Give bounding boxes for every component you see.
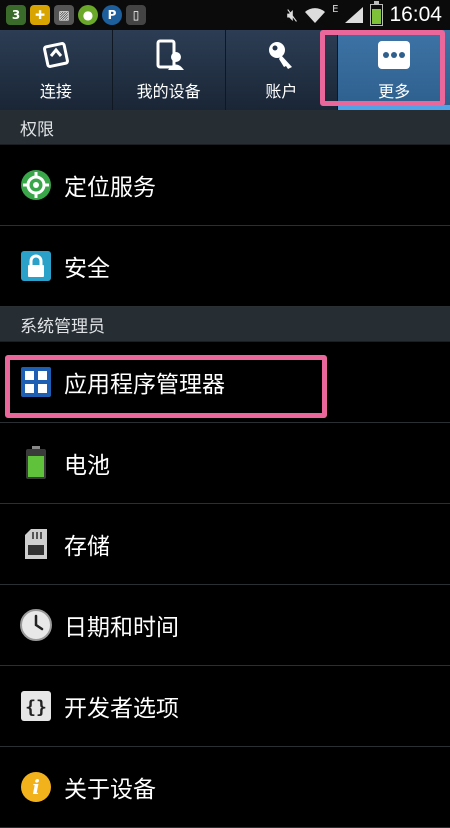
- app-manager-icon: [20, 366, 52, 398]
- braces-icon: {}: [20, 690, 52, 722]
- tab-my-device[interactable]: 我的设备: [113, 30, 226, 110]
- section-header-system-admin: 系统管理员: [0, 307, 450, 342]
- lock-icon: [20, 250, 52, 282]
- clock-time: 16:04: [389, 3, 442, 26]
- tab-label: 账户: [265, 82, 298, 101]
- list-item-app-manager[interactable]: 应用程序管理器: [0, 342, 450, 423]
- tab-connections[interactable]: 连接: [0, 30, 113, 110]
- info-icon: i: [20, 771, 52, 803]
- tab-more[interactable]: 更多: [338, 30, 450, 110]
- gallery-icon: ▨: [54, 5, 74, 25]
- tab-label: 我的设备: [136, 82, 201, 101]
- list-item-label: 电池: [64, 453, 110, 479]
- list-item-label: 应用程序管理器: [64, 372, 225, 398]
- list-item-label: 关于设备: [64, 777, 156, 803]
- list-item-location[interactable]: 定位服务: [0, 145, 450, 226]
- list-item-about-device[interactable]: i 关于设备: [0, 747, 450, 828]
- svg-text:{}: {}: [25, 697, 47, 718]
- screenshot-icon: ▯: [126, 5, 146, 25]
- list-item-label: 日期和时间: [64, 615, 179, 641]
- app-icon-2: ●: [78, 5, 98, 25]
- battery-icon: [20, 446, 52, 479]
- browser-icon: P: [102, 5, 122, 25]
- tab-label: 更多: [378, 82, 411, 101]
- list-item-label: 开发者选项: [64, 696, 179, 722]
- list-item-storage[interactable]: 存储: [0, 504, 450, 585]
- settings-list: 权限 定位服务 安全 系统管理员 应用程序管理器 电池 存储 日期和时间 {} …: [0, 110, 450, 828]
- list-item-label: 定位服务: [64, 175, 156, 201]
- app-icon: ✚: [30, 5, 50, 25]
- section-header-permissions: 权限: [0, 110, 450, 145]
- list-item-date-time[interactable]: 日期和时间: [0, 585, 450, 666]
- list-item-developer-options[interactable]: {} 开发者选项: [0, 666, 450, 747]
- status-bar: 3 ✚ ▨ ● P ▯ 🔇︎ E 16:04: [0, 0, 450, 30]
- list-item-battery[interactable]: 电池: [0, 423, 450, 504]
- key-icon: [266, 38, 296, 72]
- network-badge: E: [332, 3, 339, 15]
- tab-label: 连接: [39, 82, 72, 101]
- tab-accounts[interactable]: 账户: [226, 30, 339, 110]
- location-icon: [20, 169, 52, 201]
- connections-icon: [41, 38, 71, 72]
- clock-icon: [20, 609, 52, 641]
- wifi-icon: [305, 8, 326, 23]
- signal-icon: [345, 7, 364, 23]
- svg-text:i: i: [32, 775, 40, 799]
- list-item-security[interactable]: 安全: [0, 226, 450, 307]
- battery-icon: [370, 1, 384, 26]
- notification-3-icon: 3: [6, 5, 26, 25]
- more-icon: [377, 38, 411, 72]
- list-item-label: 安全: [64, 256, 110, 282]
- settings-tab-bar: 连接 我的设备 账户 更多: [0, 30, 450, 110]
- device-icon: [154, 38, 184, 72]
- mute-icon: 🔇︎: [286, 4, 299, 26]
- list-item-label: 存储: [64, 534, 110, 560]
- sd-card-icon: [20, 528, 52, 560]
